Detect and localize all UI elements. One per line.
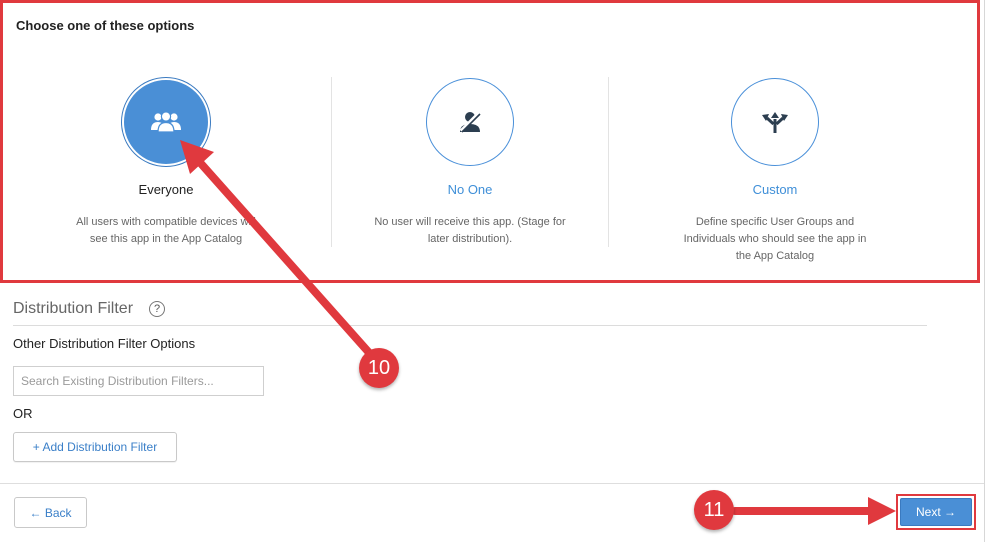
or-label: OR [13,406,33,421]
footer-divider [0,483,984,484]
option-custom-circle[interactable] [731,78,819,166]
other-filter-options-label: Other Distribution Filter Options [13,336,196,351]
annotation-badge-10: 10 [359,348,399,388]
annotation-arrowhead-11 [868,497,896,525]
next-button[interactable]: Next → [900,498,972,526]
annotation-badge-11: 11 [694,490,734,530]
back-button[interactable]: ← Back [14,497,87,528]
user-slash-icon [459,111,481,133]
option-custom[interactable]: Custom Define specific User Groups and I… [636,78,914,265]
section-divider [13,325,927,326]
users-group-icon [151,111,181,133]
option-everyone[interactable]: Everyone All users with compatible devic… [27,78,305,248]
window-right-border [984,0,985,542]
distribution-filter-title: Distribution Filter [13,300,134,317]
option-custom-description: Define specific User Groups and Individu… [683,216,867,262]
option-everyone-description: All users with compatible devices will s… [76,216,256,245]
help-icon[interactable]: ? [149,301,165,317]
section-title: Choose one of these options [16,18,195,33]
split-arrows-icon [762,112,788,133]
search-filters-input[interactable] [13,366,264,396]
option-everyone-circle[interactable] [122,78,210,166]
option-no-one-circle[interactable] [426,78,514,166]
option-no-one[interactable]: No One No user will receive this app. (S… [331,78,609,248]
option-everyone-label: Everyone [138,182,194,197]
add-distribution-filter-button[interactable]: + Add Distribution Filter [13,432,177,462]
option-no-one-label: No One [447,182,493,197]
option-no-one-description: No user will receive this app. (Stage fo… [374,216,566,245]
option-divider [608,77,609,247]
option-custom-label: Custom [752,182,798,197]
